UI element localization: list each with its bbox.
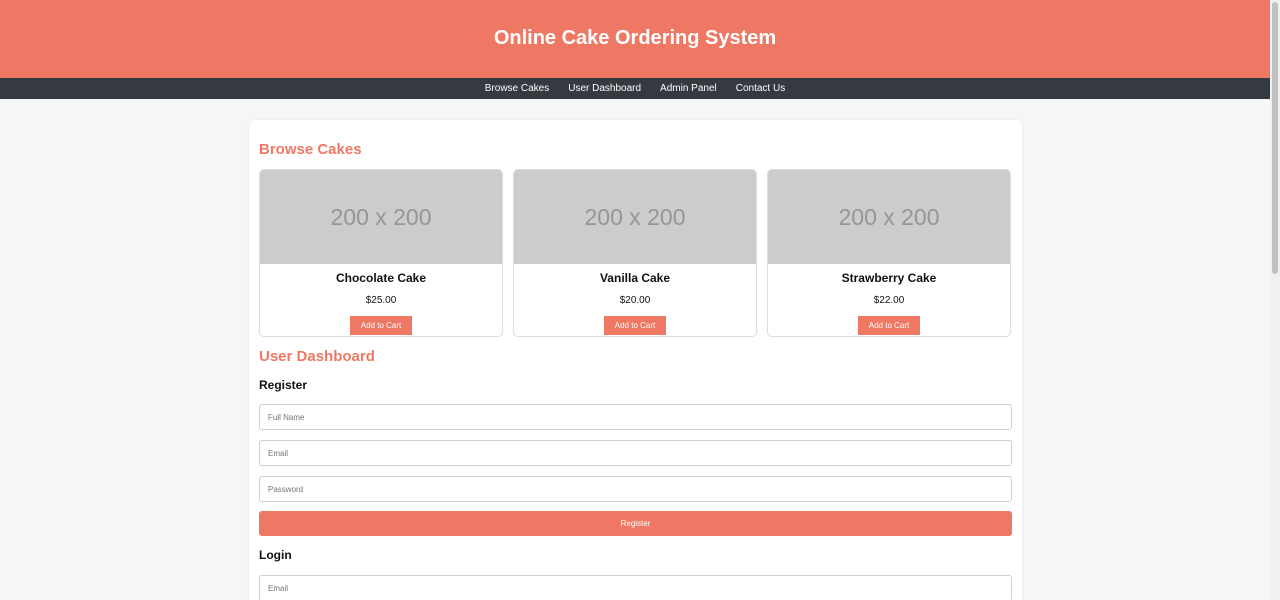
full-name-input[interactable]	[259, 404, 1012, 430]
nav-contact-us[interactable]: Contact Us	[736, 83, 785, 94]
user-dashboard-heading: User Dashboard	[259, 348, 375, 365]
main-nav: Browse Cakes User Dashboard Admin Panel …	[0, 78, 1270, 99]
cake-price: $20.00	[619, 295, 651, 306]
cake-card-strawberry: 200 x 200 Strawberry Cake $22.00 Add to …	[767, 169, 1011, 337]
cake-name: Vanilla Cake	[599, 271, 671, 285]
browse-cakes-heading: Browse Cakes	[259, 141, 362, 158]
add-to-cart-button-vanilla[interactable]: Add to Cart	[604, 316, 666, 335]
site-header: Online Cake Ordering System	[0, 0, 1270, 78]
nav-admin-panel[interactable]: Admin Panel	[660, 83, 717, 94]
cake-price: $22.00	[873, 295, 905, 306]
register-button[interactable]: Register	[259, 511, 1012, 536]
add-to-cart-button-chocolate[interactable]: Add to Cart	[350, 316, 412, 335]
nav-user-dashboard[interactable]: User Dashboard	[568, 83, 641, 94]
cake-card-vanilla: 200 x 200 Vanilla Cake $20.00 Add to Car…	[513, 169, 757, 337]
password-input[interactable]	[259, 476, 1012, 502]
cake-image-placeholder: 200 x 200	[514, 170, 756, 264]
main-container: Browse Cakes 200 x 200 Chocolate Cake $2…	[249, 120, 1022, 600]
cake-image-placeholder: 200 x 200	[260, 170, 502, 264]
cake-image-placeholder: 200 x 200	[768, 170, 1010, 264]
cake-list: 200 x 200 Chocolate Cake $25.00 Add to C…	[259, 169, 1011, 337]
cake-price: $25.00	[365, 295, 397, 306]
register-email-input[interactable]	[259, 440, 1012, 466]
login-email-input[interactable]	[259, 575, 1012, 600]
page-scrollbar[interactable]	[1270, 0, 1280, 600]
scrollbar-thumb[interactable]	[1272, 2, 1278, 274]
register-heading: Register	[259, 378, 308, 392]
nav-browse-cakes[interactable]: Browse Cakes	[485, 83, 549, 94]
login-heading: Login	[259, 548, 292, 562]
page-title: Online Cake Ordering System	[493, 26, 777, 49]
cake-name: Strawberry Cake	[841, 271, 937, 285]
cake-card-chocolate: 200 x 200 Chocolate Cake $25.00 Add to C…	[259, 169, 503, 337]
cake-name: Chocolate Cake	[335, 271, 427, 285]
add-to-cart-button-strawberry[interactable]: Add to Cart	[858, 316, 920, 335]
